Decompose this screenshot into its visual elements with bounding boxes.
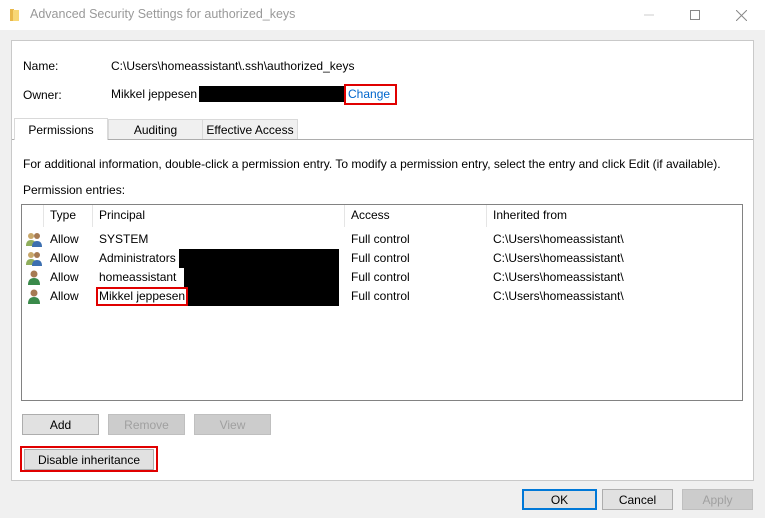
- row-principal: Mikkel jeppesen: [99, 289, 186, 303]
- close-button[interactable]: [718, 0, 764, 30]
- column-header-access[interactable]: Access: [351, 208, 390, 222]
- row-inherited-from: C:\Users\homeassistant\: [493, 232, 624, 246]
- row-principal: SYSTEM: [99, 232, 149, 246]
- user-icon: [28, 289, 40, 304]
- window-title: Advanced Security Settings for authorize…: [30, 7, 296, 21]
- apply-button-label: Apply: [702, 492, 733, 507]
- disable-inheritance-label: Disable inheritance: [37, 452, 141, 467]
- column-header-inherited-from[interactable]: Inherited from: [493, 208, 567, 222]
- row-inherited-from: C:\Users\homeassistant\: [493, 270, 624, 284]
- redacted-principal-detail: [179, 249, 339, 268]
- add-button[interactable]: Add: [22, 414, 99, 435]
- minimize-button[interactable]: [626, 0, 672, 30]
- disable-inheritance-button[interactable]: Disable inheritance: [24, 449, 154, 470]
- maximize-button[interactable]: [672, 0, 718, 30]
- row-type: Allow: [50, 232, 79, 246]
- ok-button[interactable]: OK: [522, 489, 597, 510]
- permission-entries-label: Permission entries:: [23, 183, 126, 197]
- minimize-icon: [644, 14, 654, 16]
- redacted-owner-detail: [199, 86, 344, 102]
- title-bar: Advanced Security Settings for authorize…: [0, 0, 765, 30]
- row-inherited-from: C:\Users\homeassistant\: [493, 251, 624, 265]
- row-type: Allow: [50, 289, 79, 303]
- column-resize-handle[interactable]: [344, 205, 345, 227]
- apply-button[interactable]: Apply: [682, 489, 753, 510]
- view-button[interactable]: View: [194, 414, 271, 435]
- remove-button-label: Remove: [124, 417, 169, 432]
- maximize-icon: [690, 10, 700, 20]
- table-row[interactable]: Allow homeassistant Full control C:\User…: [22, 268, 742, 287]
- permission-entries-list[interactable]: Type Principal Access Inherited from All…: [21, 204, 743, 401]
- row-access: Full control: [351, 232, 410, 246]
- close-icon: [735, 9, 747, 21]
- row-inherited-from: C:\Users\homeassistant\: [493, 289, 624, 303]
- column-header-type[interactable]: Type: [50, 208, 76, 222]
- redacted-principal-detail: [184, 268, 339, 287]
- owner-value: Mikkel jeppesen: [111, 87, 198, 101]
- ok-button-label: OK: [550, 492, 569, 507]
- tab-effective-access[interactable]: Effective Access: [202, 119, 298, 140]
- name-value: C:\Users\homeassistant\.ssh\authorized_k…: [111, 59, 355, 73]
- view-button-label: View: [219, 417, 246, 432]
- tab-permissions-label: Permissions: [28, 122, 94, 137]
- group-users-icon: [26, 252, 42, 266]
- cancel-button[interactable]: Cancel: [602, 489, 673, 510]
- folder-icon: [10, 9, 19, 21]
- tab-divider: [12, 139, 753, 140]
- redacted-principal-detail: [188, 287, 339, 306]
- column-separator: [43, 205, 44, 227]
- user-icon: [28, 270, 40, 285]
- row-access: Full control: [351, 289, 410, 303]
- group-users-icon: [26, 233, 42, 247]
- column-resize-handle[interactable]: [92, 205, 93, 227]
- row-access: Full control: [351, 251, 410, 265]
- owner-label: Owner:: [23, 88, 62, 102]
- row-principal: homeassistant: [99, 270, 177, 284]
- tab-auditing[interactable]: Auditing: [108, 119, 203, 140]
- column-resize-handle[interactable]: [486, 205, 487, 227]
- name-label: Name:: [23, 59, 59, 73]
- tab-effective-access-label: Effective Access: [206, 123, 294, 137]
- remove-button[interactable]: Remove: [108, 414, 185, 435]
- row-type: Allow: [50, 251, 79, 265]
- column-header-principal[interactable]: Principal: [99, 208, 145, 222]
- list-header: Type Principal Access Inherited from: [22, 205, 742, 227]
- table-row[interactable]: Allow SYSTEM Full control C:\Users\homea…: [22, 230, 742, 249]
- row-access: Full control: [351, 270, 410, 284]
- main-panel: Name: C:\Users\homeassistant\.ssh\author…: [11, 40, 754, 481]
- add-button-label: Add: [49, 417, 72, 432]
- table-row[interactable]: Allow Administrators Full control C:\Use…: [22, 249, 742, 268]
- change-owner-link[interactable]: Change: [348, 87, 390, 101]
- table-row[interactable]: Allow Mikkel jeppesen Full control C:\Us…: [22, 287, 742, 306]
- row-type: Allow: [50, 270, 79, 284]
- permissions-info-text: For additional information, double-click…: [23, 157, 721, 171]
- tab-auditing-label: Auditing: [133, 123, 178, 137]
- tab-permissions[interactable]: Permissions: [14, 118, 108, 140]
- cancel-button-label: Cancel: [618, 492, 657, 507]
- row-principal: Administrators: [99, 251, 176, 265]
